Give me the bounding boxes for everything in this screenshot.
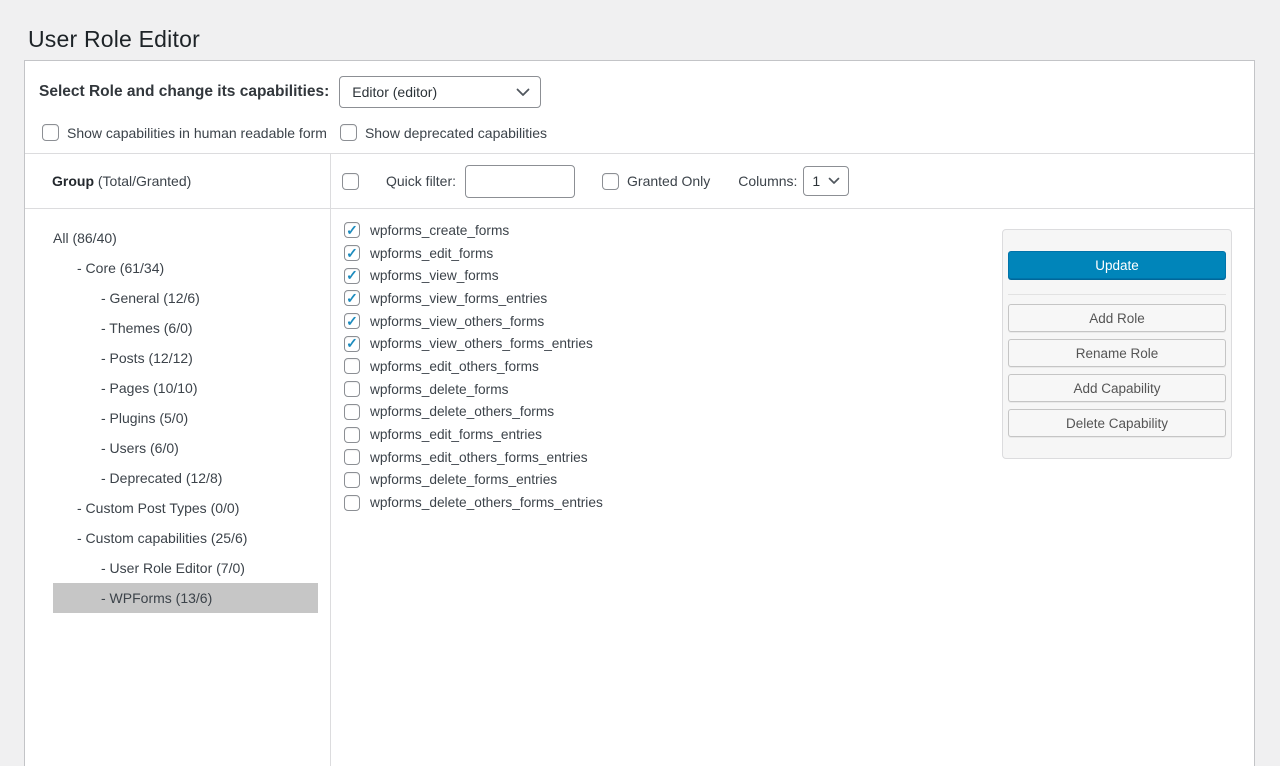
role-selector-label: Select Role and change its capabilities: [39, 83, 329, 101]
capability-checkbox[interactable] [344, 336, 360, 352]
tree-item[interactable]: - Custom capabilities (25/6) [53, 523, 318, 553]
tree-item[interactable]: All (86/40) [53, 223, 318, 253]
capability-label: wpforms_delete_forms_entries [370, 472, 557, 487]
capability-label: wpforms_create_forms [370, 223, 509, 238]
capability-checkbox[interactable] [344, 290, 360, 306]
capability-row: wpforms_delete_others_forms_entries [344, 491, 1254, 514]
capability-checkbox[interactable] [344, 472, 360, 488]
capability-label: wpforms_edit_others_forms [370, 359, 539, 374]
group-header-suffix: (Total/Granted) [94, 173, 191, 189]
group-header-bold: Group [52, 173, 94, 189]
tree-item[interactable]: - Posts (12/12) [53, 343, 318, 373]
actions-panel: Update Add Role Rename Role Add Capabili… [1002, 229, 1232, 459]
capability-checkbox[interactable] [344, 313, 360, 329]
capability-label: wpforms_view_others_forms [370, 314, 544, 329]
capability-checkbox[interactable] [344, 449, 360, 465]
add-capability-button[interactable]: Add Capability [1008, 374, 1226, 402]
capability-label: wpforms_delete_others_forms [370, 404, 554, 419]
chevron-down-icon [516, 88, 530, 97]
tree-item[interactable]: - General (12/6) [53, 283, 318, 313]
capability-checkbox[interactable] [344, 495, 360, 511]
content-row: All (86/40)- Core (61/34)- General (12/6… [25, 209, 1254, 766]
show-deprecated-label: Show deprecated capabilities [365, 125, 547, 141]
capability-label: wpforms_view_forms [370, 268, 499, 283]
capability-checkbox[interactable] [344, 222, 360, 238]
page-title: User Role Editor [28, 26, 200, 53]
add-role-button[interactable]: Add Role [1008, 304, 1226, 332]
tree-item[interactable]: - Deprecated (12/8) [53, 463, 318, 493]
granted-only-label: Granted Only [627, 173, 710, 189]
columns-select-value: 1 [812, 173, 820, 189]
rename-role-button[interactable]: Rename Role [1008, 339, 1226, 367]
tree-item[interactable]: - Custom Post Types (0/0) [53, 493, 318, 523]
role-selector-row: Select Role and change its capabilities:… [25, 76, 1254, 108]
tree-item[interactable]: - WPForms (13/6) [53, 583, 318, 613]
role-select[interactable]: Editor (editor) [339, 76, 541, 108]
tree-item[interactable]: - Themes (6/0) [53, 313, 318, 343]
capability-label: wpforms_view_others_forms_entries [370, 336, 593, 351]
actions-separator [1008, 294, 1226, 295]
tree-item[interactable]: - Plugins (5/0) [53, 403, 318, 433]
human-readable-checkbox[interactable] [42, 124, 59, 141]
quick-filter-label: Quick filter: [386, 173, 456, 189]
granted-only-checkbox[interactable] [602, 173, 619, 190]
columns-select[interactable]: 1 [803, 166, 849, 196]
capability-checkbox[interactable] [344, 358, 360, 374]
human-readable-label: Show capabilities in human readable form [67, 125, 327, 141]
capability-checkbox[interactable] [344, 427, 360, 443]
select-all-checkbox[interactable] [342, 173, 359, 190]
tree-item[interactable]: - Pages (10/10) [53, 373, 318, 403]
tree-item[interactable]: - Core (61/34) [53, 253, 318, 283]
show-deprecated-checkbox[interactable] [340, 124, 357, 141]
display-options-row: Show capabilities in human readable form… [25, 124, 1254, 141]
capability-row: wpforms_delete_forms_entries [344, 469, 1254, 492]
tree-item[interactable]: - Users (6/0) [53, 433, 318, 463]
tree-item[interactable]: - User Role Editor (7/0) [53, 553, 318, 583]
capability-label: wpforms_edit_forms [370, 246, 493, 261]
update-button[interactable]: Update [1008, 251, 1226, 279]
filter-bar: Quick filter: Granted Only Columns: 1 [331, 154, 1254, 208]
capability-checkbox[interactable] [344, 245, 360, 261]
capability-label: wpforms_edit_forms_entries [370, 427, 542, 442]
section-header-row: Group (Total/Granted) Quick filter: Gran… [25, 153, 1254, 209]
capability-checkbox[interactable] [344, 404, 360, 420]
capability-checkbox[interactable] [344, 381, 360, 397]
chevron-down-icon [828, 177, 840, 185]
capability-label: wpforms_view_forms_entries [370, 291, 547, 306]
delete-capability-button[interactable]: Delete Capability [1008, 409, 1226, 437]
capabilities-column: wpforms_create_forms wpforms_edit_formswp… [331, 209, 1254, 766]
role-select-value: Editor (editor) [352, 84, 437, 100]
group-tree: All (86/40)- Core (61/34)- General (12/6… [25, 209, 331, 766]
capability-label: wpforms_edit_others_forms_entries [370, 450, 588, 465]
capability-checkbox[interactable] [344, 268, 360, 284]
group-column-header: Group (Total/Granted) [25, 154, 331, 208]
capability-label: wpforms_delete_others_forms_entries [370, 495, 603, 510]
user-role-editor-panel: Select Role and change its capabilities:… [24, 60, 1255, 766]
columns-label: Columns: [738, 173, 797, 189]
quick-filter-input[interactable] [465, 165, 575, 198]
capability-label: wpforms_delete_forms [370, 382, 508, 397]
